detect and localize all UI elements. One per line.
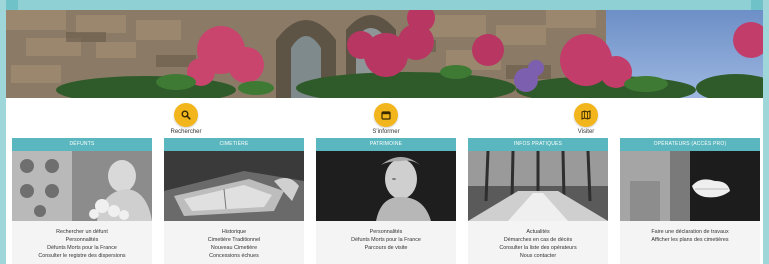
card-cimetiere[interactable]: CIMETIÈRE Historique Cimetière Tradition… bbox=[164, 138, 304, 264]
card-image bbox=[316, 151, 456, 221]
card-link[interactable]: Personnalités bbox=[316, 228, 456, 236]
card-patrimoine[interactable]: PATRIMOINE Personnalités Défunts Morts p… bbox=[316, 138, 456, 264]
card-image bbox=[164, 151, 304, 221]
card-link[interactable]: Défunts Morts pour la France bbox=[316, 236, 456, 244]
shortcut-rechercher[interactable]: Rechercher bbox=[146, 103, 226, 135]
calendar-icon bbox=[381, 111, 391, 120]
card-link[interactable]: Rechercher un défunt bbox=[12, 228, 152, 236]
shortcut-circle[interactable] bbox=[374, 103, 398, 127]
card-link[interactable]: Afficher les plans des cimetières bbox=[620, 236, 760, 244]
card-image bbox=[620, 151, 760, 221]
shortcut-s-informer[interactable]: S'informer bbox=[346, 103, 426, 135]
card-link[interactable]: Historique bbox=[164, 228, 304, 236]
card-link[interactable]: Parcours de visite bbox=[316, 244, 456, 252]
shortcut-label: S'informer bbox=[372, 129, 400, 135]
card-link[interactable]: Nouveau Cimetière bbox=[164, 244, 304, 252]
search-icon bbox=[181, 110, 191, 120]
card-link[interactable]: Faire une déclaration de travaux bbox=[620, 228, 760, 236]
shortcut-label: Rechercher bbox=[170, 129, 202, 135]
shortcut-circle[interactable] bbox=[574, 103, 598, 127]
page: Rechercher S'informer Visiter DÉFUNTS Re… bbox=[6, 0, 763, 264]
card-link[interactable]: Consulter la liste des opérateurs bbox=[468, 244, 608, 252]
card-link[interactable]: Actualités bbox=[468, 228, 608, 236]
card-image bbox=[12, 151, 152, 221]
card-links: Rechercher un défunt Personnalités Défun… bbox=[12, 221, 152, 260]
card-title[interactable]: OPÉRATEURS (ACCÈS PRO) bbox=[620, 138, 760, 151]
top-bar-inner bbox=[18, 0, 751, 10]
card-title[interactable]: INFOS PRATIQUES bbox=[468, 138, 608, 151]
card-defunts[interactable]: DÉFUNTS Rechercher un défunt Personnalit… bbox=[12, 138, 152, 264]
hero-image bbox=[6, 10, 763, 98]
card-link[interactable]: Nous contacter bbox=[468, 252, 608, 260]
card-link[interactable]: Démarches en cas de décès bbox=[468, 236, 608, 244]
card-links: Faire une déclaration de travaux Affiche… bbox=[620, 221, 760, 244]
card-infos-pratiques[interactable]: INFOS PRATIQUES Actualités Démarches en … bbox=[468, 138, 608, 264]
map-icon bbox=[581, 110, 591, 120]
card-link[interactable]: Cimetière Traditionnel bbox=[164, 236, 304, 244]
card-title[interactable]: DÉFUNTS bbox=[12, 138, 152, 151]
card-image bbox=[468, 151, 608, 221]
card-link[interactable]: Défunts Morts pour la France bbox=[12, 244, 152, 252]
card-title[interactable]: PATRIMOINE bbox=[316, 138, 456, 151]
card-title[interactable]: CIMETIÈRE bbox=[164, 138, 304, 151]
card-links: Personnalités Défunts Morts pour la Fran… bbox=[316, 221, 456, 252]
hero-banner bbox=[6, 10, 763, 98]
card-link[interactable]: Personnalités bbox=[12, 236, 152, 244]
card-link[interactable]: Concessions échues bbox=[164, 252, 304, 260]
top-bar bbox=[6, 0, 763, 10]
card-link[interactable]: Consulter le registre des dispersions bbox=[12, 252, 152, 260]
shortcut-visiter[interactable]: Visiter bbox=[546, 103, 626, 135]
card-links: Actualités Démarches en cas de décès Con… bbox=[468, 221, 608, 260]
card-links: Historique Cimetière Traditionnel Nouvea… bbox=[164, 221, 304, 260]
shortcut-circle[interactable] bbox=[174, 103, 198, 127]
shortcut-label: Visiter bbox=[577, 129, 595, 135]
card-operateurs[interactable]: OPÉRATEURS (ACCÈS PRO) Faire une déclara… bbox=[620, 138, 760, 264]
